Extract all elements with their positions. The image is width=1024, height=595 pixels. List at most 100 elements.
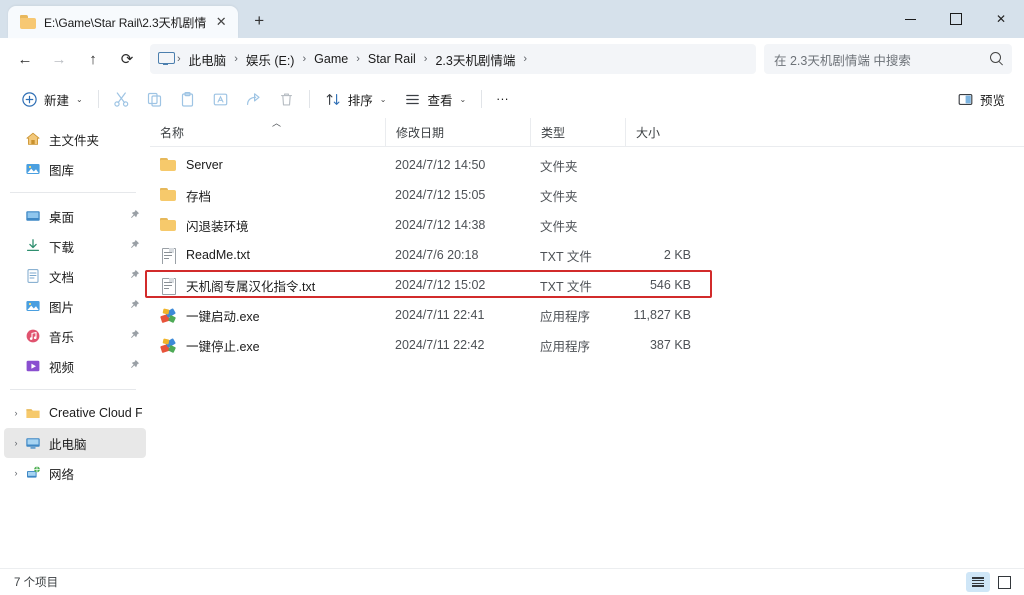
breadcrumb-separator-5[interactable]: › <box>522 53 528 65</box>
column-header-type[interactable]: 类型 <box>530 118 625 146</box>
new-button-label: 新建 <box>44 93 70 108</box>
plus-circle-icon <box>21 91 38 108</box>
command-bar: 新建 ⌄ 排序 ⌄ 查看 ⌄ ··· 预览 <box>0 80 1024 118</box>
chevron-right-icon[interactable]: › <box>8 438 24 448</box>
table-row[interactable]: 闪退装环境 2024/7/12 14:38 文件夹 <box>150 210 1024 240</box>
sidebar-item-label: 图片 <box>49 300 75 315</box>
search-input[interactable]: 在 2.3天机剧情端 中搜索 <box>774 50 990 69</box>
file-name-label: 一键启动.exe <box>186 309 260 324</box>
file-date-cell: 2024/7/11 22:42 <box>395 338 485 352</box>
rename-button[interactable] <box>204 84 237 114</box>
file-name-label: 闪退装环境 <box>186 219 249 234</box>
sort-button[interactable]: 排序 ⌄ <box>316 84 396 114</box>
back-button[interactable]: ← <box>8 43 42 75</box>
item-count-label: 7 个项目 <box>14 577 59 589</box>
file-name-cell[interactable]: 一键停止.exe <box>150 336 385 355</box>
sidebar-item-gallery[interactable]: 图库 <box>4 154 146 184</box>
new-button[interactable]: 新建 ⌄ <box>12 84 92 114</box>
divider <box>10 192 136 193</box>
column-header-size[interactable]: 大小 <box>625 118 705 146</box>
copy-icon <box>146 91 163 108</box>
share-button[interactable] <box>237 84 270 114</box>
breadcrumb-separator-0[interactable]: › <box>176 53 182 65</box>
file-type-cell: TXT 文件 <box>540 249 592 264</box>
search-box[interactable]: 在 2.3天机剧情端 中搜索 <box>764 44 1012 74</box>
chevron-right-icon[interactable]: › <box>8 408 24 418</box>
table-row[interactable]: ReadMe.txt 2024/7/6 20:18 TXT 文件 2 KB <box>150 240 1024 270</box>
preview-pane-icon <box>957 91 974 108</box>
cut-button[interactable] <box>105 84 138 114</box>
file-name-cell[interactable]: ReadMe.txt <box>150 247 385 264</box>
file-type-cell: TXT 文件 <box>540 279 592 294</box>
file-name-cell[interactable]: 存档 <box>150 186 385 205</box>
tab-current-folder[interactable]: E:\Game\Star Rail\2.3天机剧情 ✕ <box>8 6 239 38</box>
file-name-cell[interactable]: Server <box>150 157 385 174</box>
breadcrumb-item-3[interactable]: Star Rail <box>361 49 423 69</box>
table-row[interactable]: 存档 2024/7/12 15:05 文件夹 <box>150 180 1024 210</box>
sidebar-item-desktop[interactable]: 桌面 <box>4 201 146 231</box>
explorer-body: 主文件夹 图库 桌面 下载 文档 图片 音乐 视频 › Creative Clo… <box>0 118 1024 568</box>
table-row[interactable]: Server 2024/7/12 14:50 文件夹 <box>150 150 1024 180</box>
sidebar-item-network[interactable]: › 网络 <box>4 458 146 488</box>
sort-ascending-icon: ︿ <box>272 118 282 128</box>
text-file-icon <box>160 247 177 264</box>
column-header-name-label: 名称 <box>160 125 185 140</box>
breadcrumb[interactable]: › 此电脑 › 娱乐 (E:) › Game › Star Rail › 2.3… <box>150 44 756 74</box>
paste-button[interactable] <box>171 84 204 114</box>
minimize-button[interactable] <box>888 0 933 38</box>
maximize-button[interactable] <box>933 0 978 38</box>
sidebar-item-this-pc[interactable]: › 此电脑 <box>4 428 146 458</box>
forward-button[interactable]: → <box>42 43 76 75</box>
breadcrumb-item-1[interactable]: 娱乐 (E:) <box>239 47 302 72</box>
pin-icon[interactable] <box>126 329 142 343</box>
breadcrumb-item-2[interactable]: Game <box>307 49 355 69</box>
sidebar-item-videos[interactable]: 视频 <box>4 351 146 381</box>
application-icon <box>160 307 177 324</box>
pin-icon[interactable] <box>126 239 142 253</box>
close-window-icon[interactable]: ✕ <box>978 0 1024 38</box>
sidebar-item-downloads[interactable]: 下载 <box>4 231 146 261</box>
breadcrumb-item-0[interactable]: 此电脑 <box>182 47 234 72</box>
large-icons-view-icon <box>997 575 1011 589</box>
column-header-name[interactable]: 名称 ︿ <box>150 118 385 146</box>
file-name-cell[interactable]: 闪退装环境 <box>150 216 385 235</box>
copy-button[interactable] <box>138 84 171 114</box>
up-button[interactable]: ↑ <box>76 43 110 75</box>
view-button[interactable]: 查看 ⌄ <box>395 84 475 114</box>
pin-icon[interactable] <box>126 299 142 313</box>
file-date-cell: 2024/7/12 15:02 <box>395 278 486 292</box>
folder-icon <box>160 187 177 204</box>
chevron-down-icon: ⌄ <box>76 94 83 104</box>
pin-icon[interactable] <box>126 269 142 283</box>
file-name-cell[interactable]: 一键启动.exe <box>150 306 385 325</box>
refresh-button[interactable]: ⟳ <box>110 43 144 75</box>
file-name-cell[interactable]: 天机阁专属汉化指令.txt <box>150 276 385 295</box>
large-icons-view-button[interactable] <box>992 572 1016 592</box>
sidebar-item-pictures[interactable]: 图片 <box>4 291 146 321</box>
column-header-date[interactable]: 修改日期 <box>385 118 530 146</box>
table-row[interactable]: 天机阁专属汉化指令.txt 2024/7/12 15:02 TXT 文件 546… <box>150 270 1024 300</box>
breadcrumb-item-4[interactable]: 2.3天机剧情端 <box>428 47 522 72</box>
sidebar-item-documents[interactable]: 文档 <box>4 261 146 291</box>
more-options-button[interactable]: ··· <box>488 84 517 114</box>
sort-button-label: 排序 <box>347 93 373 108</box>
pin-icon[interactable] <box>126 209 142 223</box>
search-icon[interactable] <box>990 52 1004 66</box>
pin-icon[interactable] <box>126 359 142 373</box>
sidebar-item-creative-cloud-files[interactable]: › Creative Cloud Fil <box>4 398 146 428</box>
preview-button[interactable]: 预览 <box>948 84 1014 114</box>
table-row[interactable]: 一键启动.exe 2024/7/11 22:41 应用程序 11,827 KB <box>150 300 1024 330</box>
close-tab-icon[interactable]: ✕ <box>210 11 232 33</box>
delete-button[interactable] <box>270 84 303 114</box>
preview-button-label: 预览 <box>979 93 1005 108</box>
sidebar-item-home[interactable]: 主文件夹 <box>4 124 146 154</box>
music-icon <box>24 328 42 344</box>
details-view-button[interactable] <box>966 572 990 592</box>
file-date-cell: 2024/7/11 22:41 <box>395 308 485 322</box>
sidebar-item-music[interactable]: 音乐 <box>4 321 146 351</box>
table-row[interactable]: 一键停止.exe 2024/7/11 22:42 应用程序 387 KB <box>150 330 1024 360</box>
divider <box>481 90 483 108</box>
file-date-cell: 2024/7/6 20:18 <box>395 248 479 262</box>
new-tab-button[interactable]: + <box>244 6 274 36</box>
chevron-right-icon[interactable]: › <box>8 468 24 478</box>
